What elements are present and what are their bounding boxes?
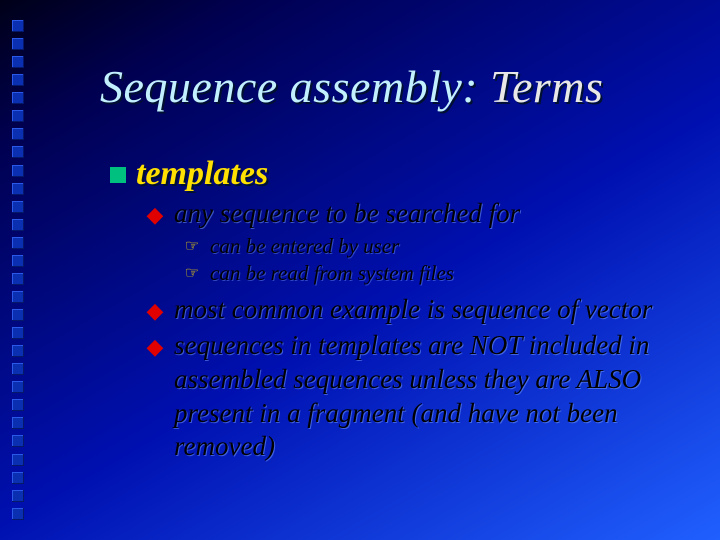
bullet-level-2: ◆ most common example is sequence of vec… [146, 293, 680, 327]
diamond-bullet-icon: ◆ [146, 333, 164, 361]
bullet-text: can be read from system files [210, 260, 680, 287]
bullet-level-2: ◆ any sequence to be searched for [146, 197, 680, 231]
bullet-level-2: ◆ sequences in templates are NOT include… [146, 329, 680, 464]
bullet-text: any sequence to be searched for [174, 197, 680, 231]
bullet-level-3: ☞ can be entered by user [184, 233, 680, 260]
diamond-bullet-icon: ◆ [146, 201, 164, 229]
title-part-1: Sequence assembly: [100, 61, 478, 112]
bullet-text: most common example is sequence of vecto… [174, 293, 680, 327]
slide: Sequence assembly: Terms templates ◆ any… [0, 0, 720, 540]
bullet-text: can be entered by user [210, 233, 680, 260]
square-bullet-icon [110, 167, 126, 183]
bullet-text: sequences in templates are NOT included … [174, 329, 680, 464]
pointer-bullet-icon: ☞ [184, 237, 200, 258]
slide-title: Sequence assembly: Terms [100, 60, 603, 113]
bullet-text: templates [136, 155, 680, 193]
pointer-bullet-icon: ☞ [184, 264, 200, 285]
slide-body: templates ◆ any sequence to be searched … [110, 155, 680, 464]
title-part-2: Terms [478, 61, 603, 112]
diamond-bullet-icon: ◆ [146, 297, 164, 325]
bullet-level-3: ☞ can be read from system files [184, 260, 680, 287]
bullet-level-1: templates [110, 155, 680, 193]
decorative-squares-column [12, 20, 26, 520]
